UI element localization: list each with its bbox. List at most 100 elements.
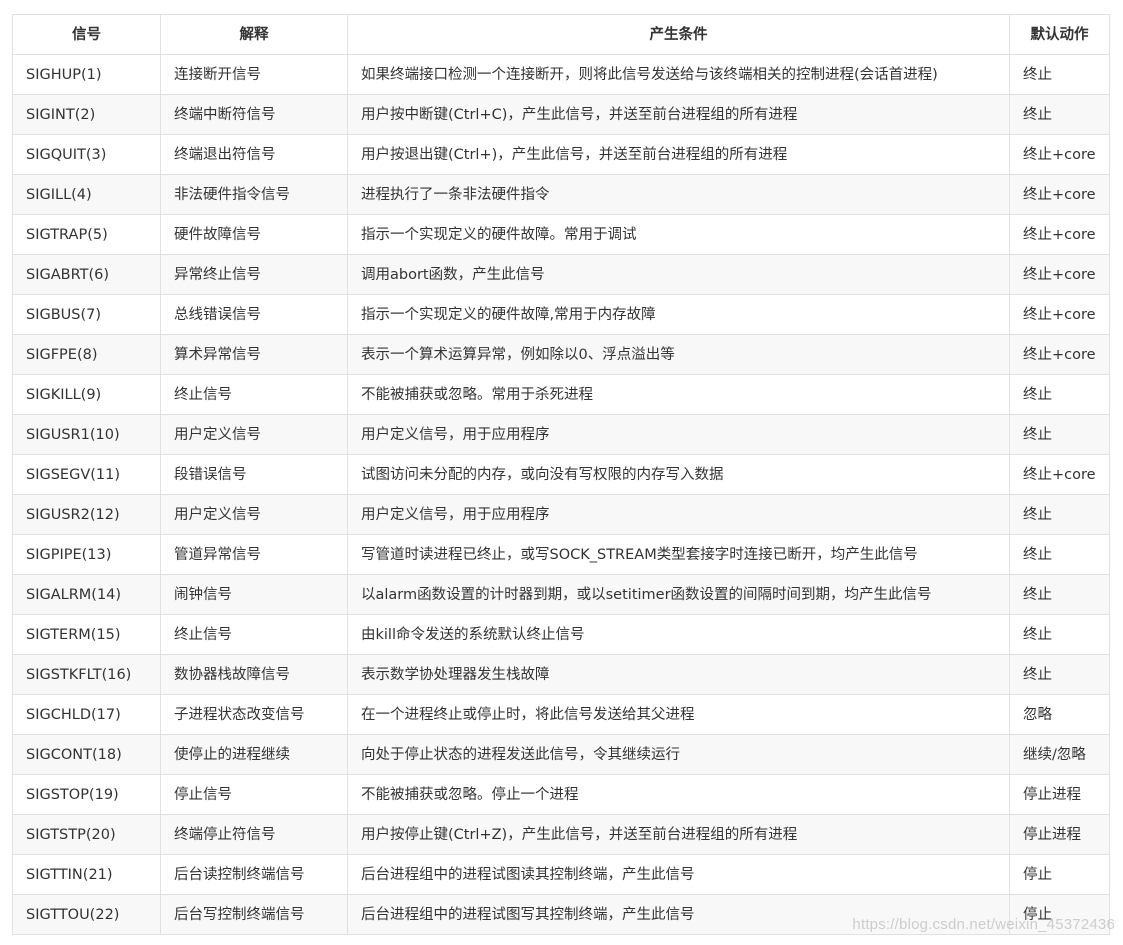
- table-row: SIGINT(2) 终端中断符信号 用户按中断键(Ctrl+C)，产生此信号，并送至…: [12, 94, 1110, 135]
- table-row: SIGSTKFLT(16) 数协器栈故障信号 表示数学协处理器发生栈故障 终止: [12, 654, 1110, 695]
- condition-cell: 用户定义信号，用于应用程序: [347, 414, 1010, 455]
- condition-cell: 由kill命令发送的系统默认终止信号: [347, 614, 1010, 655]
- signal-name-cell: SIGUSR2(12): [12, 494, 161, 535]
- explanation-cell: 数协器栈故障信号: [160, 654, 348, 695]
- signal-name-cell: SIGSTOP(19): [12, 774, 161, 815]
- explanation-cell: 用户定义信号: [160, 414, 348, 455]
- explanation-cell: 闹钟信号: [160, 574, 348, 615]
- header-signal: 信号: [12, 14, 161, 55]
- explanation-cell: 硬件故障信号: [160, 214, 348, 255]
- signal-table-container: 信号 解释 产生条件 默认动作 SIGHUP(1) 连接断开信号 如果终端接口检测一…: [12, 14, 1110, 935]
- signal-name-cell: SIGSEGV(11): [12, 454, 161, 495]
- default-action-cell: 终止+core: [1009, 334, 1110, 375]
- table-header: 信号 解释 产生条件 默认动作: [12, 14, 1110, 55]
- table-row: SIGABRT(6) 异常终止信号 调用abort函数，产生此信号 终止+core: [12, 254, 1110, 295]
- condition-cell: 调用abort函数，产生此信号: [347, 254, 1010, 295]
- signal-name-cell: SIGINT(2): [12, 94, 161, 135]
- signal-name-cell: SIGHUP(1): [12, 54, 161, 95]
- table-row: SIGTERM(15) 终止信号 由kill命令发送的系统默认终止信号 终止: [12, 614, 1110, 655]
- default-action-cell: 停止进程: [1009, 774, 1110, 815]
- table-row: SIGTRAP(5) 硬件故障信号 指示一个实现定义的硬件故障。常用于调试 终止+co…: [12, 214, 1110, 255]
- table-row: SIGFPE(8) 算术异常信号 表示一个算术运算异常，例如除以0、浮点溢出等 终止+…: [12, 334, 1110, 375]
- condition-cell: 用户按中断键(Ctrl+C)，产生此信号，并送至前台进程组的所有进程: [347, 94, 1010, 135]
- table-row: SIGCHLD(17) 子进程状态改变信号 在一个进程终止或停止时，将此信号发送给其…: [12, 694, 1110, 735]
- condition-cell: 向处于停止状态的进程发送此信号，令其继续运行: [347, 734, 1010, 775]
- condition-cell: 试图访问未分配的内存，或向没有写权限的内存写入数据: [347, 454, 1010, 495]
- signal-name-cell: SIGQUIT(3): [12, 134, 161, 175]
- default-action-cell: 终止: [1009, 374, 1110, 415]
- table-row: SIGTTIN(21) 后台读控制终端信号 后台进程组中的进程试图读其控制终端，产生…: [12, 854, 1110, 895]
- signal-name-cell: SIGTTIN(21): [12, 854, 161, 895]
- default-action-cell: 终止+core: [1009, 294, 1110, 335]
- default-action-cell: 终止+core: [1009, 214, 1110, 255]
- condition-cell: 进程执行了一条非法硬件指令: [347, 174, 1010, 215]
- default-action-cell: 终止: [1009, 94, 1110, 135]
- table-row: SIGSEGV(11) 段错误信号 试图访问未分配的内存，或向没有写权限的内存写入数…: [12, 454, 1110, 495]
- header-row: 信号 解释 产生条件 默认动作: [12, 14, 1110, 55]
- default-action-cell: 终止+core: [1009, 454, 1110, 495]
- explanation-cell: 终端退出符信号: [160, 134, 348, 175]
- explanation-cell: 异常终止信号: [160, 254, 348, 295]
- signal-name-cell: SIGTRAP(5): [12, 214, 161, 255]
- signal-name-cell: SIGCONT(18): [12, 734, 161, 775]
- header-explanation: 解释: [160, 14, 348, 55]
- explanation-cell: 停止信号: [160, 774, 348, 815]
- table-row: SIGHUP(1) 连接断开信号 如果终端接口检测一个连接断开，则将此信号发送给与该…: [12, 54, 1110, 95]
- condition-cell: 表示一个算术运算异常，例如除以0、浮点溢出等: [347, 334, 1010, 375]
- explanation-cell: 子进程状态改变信号: [160, 694, 348, 735]
- explanation-cell: 使停止的进程继续: [160, 734, 348, 775]
- default-action-cell: 终止: [1009, 534, 1110, 575]
- condition-cell: 以alarm函数设置的计时器到期，或以setitimer函数设置的间隔时间到期，…: [347, 574, 1010, 615]
- condition-cell: 指示一个实现定义的硬件故障,常用于内存故障: [347, 294, 1010, 335]
- default-action-cell: 停止: [1009, 854, 1110, 895]
- explanation-cell: 段错误信号: [160, 454, 348, 495]
- condition-cell: 用户定义信号，用于应用程序: [347, 494, 1010, 535]
- explanation-cell: 管道异常信号: [160, 534, 348, 575]
- signal-name-cell: SIGALRM(14): [12, 574, 161, 615]
- table-row: SIGKILL(9) 终止信号 不能被捕获或忽略。常用于杀死进程 终止: [12, 374, 1110, 415]
- signal-table: 信号 解释 产生条件 默认动作 SIGHUP(1) 连接断开信号 如果终端接口检测一…: [12, 14, 1110, 935]
- condition-cell: 后台进程组中的进程试图读其控制终端，产生此信号: [347, 854, 1010, 895]
- default-action-cell: 停止进程: [1009, 814, 1110, 855]
- condition-cell: 用户按停止键(Ctrl+Z)，产生此信号，并送至前台进程组的所有进程: [347, 814, 1010, 855]
- default-action-cell: 终止: [1009, 614, 1110, 655]
- default-action-cell: 终止: [1009, 654, 1110, 695]
- default-action-cell: 继续/忽略: [1009, 734, 1110, 775]
- table-body: SIGHUP(1) 连接断开信号 如果终端接口检测一个连接断开，则将此信号发送给与该…: [12, 54, 1110, 935]
- signal-name-cell: SIGFPE(8): [12, 334, 161, 375]
- explanation-cell: 算术异常信号: [160, 334, 348, 375]
- explanation-cell: 后台读控制终端信号: [160, 854, 348, 895]
- condition-cell: 不能被捕获或忽略。停止一个进程: [347, 774, 1010, 815]
- signal-name-cell: SIGUSR1(10): [12, 414, 161, 455]
- table-row: SIGCONT(18) 使停止的进程继续 向处于停止状态的进程发送此信号，令其继续运…: [12, 734, 1110, 775]
- default-action-cell: 终止: [1009, 54, 1110, 95]
- condition-cell: 指示一个实现定义的硬件故障。常用于调试: [347, 214, 1010, 255]
- table-row: SIGPIPE(13) 管道异常信号 写管道时读进程已终止，或写SOCK_STREA…: [12, 534, 1110, 575]
- explanation-cell: 连接断开信号: [160, 54, 348, 95]
- explanation-cell: 总线错误信号: [160, 294, 348, 335]
- signal-name-cell: SIGTSTP(20): [12, 814, 161, 855]
- default-action-cell: 终止+core: [1009, 134, 1110, 175]
- explanation-cell: 终止信号: [160, 374, 348, 415]
- table-row: SIGSTOP(19) 停止信号 不能被捕获或忽略。停止一个进程 停止进程: [12, 774, 1110, 815]
- signal-name-cell: SIGKILL(9): [12, 374, 161, 415]
- default-action-cell: 终止: [1009, 414, 1110, 455]
- header-default-action: 默认动作: [1009, 14, 1110, 55]
- default-action-cell: 终止+core: [1009, 254, 1110, 295]
- explanation-cell: 后台写控制终端信号: [160, 894, 348, 935]
- table-row: SIGBUS(7) 总线错误信号 指示一个实现定义的硬件故障,常用于内存故障 终止+c…: [12, 294, 1110, 335]
- table-row: SIGUSR2(12) 用户定义信号 用户定义信号，用于应用程序 终止: [12, 494, 1110, 535]
- explanation-cell: 终端停止符信号: [160, 814, 348, 855]
- condition-cell: 如果终端接口检测一个连接断开，则将此信号发送给与该终端相关的控制进程(会话首进程…: [347, 54, 1010, 95]
- table-row: SIGUSR1(10) 用户定义信号 用户定义信号，用于应用程序 终止: [12, 414, 1110, 455]
- watermark: https://blog.csdn.net/weixin_45372436: [852, 916, 1115, 933]
- explanation-cell: 终端中断符信号: [160, 94, 348, 135]
- table-row: SIGQUIT(3) 终端退出符信号 用户按退出键(Ctrl+)，产生此信号，并送至…: [12, 134, 1110, 175]
- signal-name-cell: SIGPIPE(13): [12, 534, 161, 575]
- condition-cell: 不能被捕获或忽略。常用于杀死进程: [347, 374, 1010, 415]
- signal-name-cell: SIGTERM(15): [12, 614, 161, 655]
- table-row: SIGILL(4) 非法硬件指令信号 进程执行了一条非法硬件指令 终止+core: [12, 174, 1110, 215]
- default-action-cell: 终止+core: [1009, 174, 1110, 215]
- explanation-cell: 用户定义信号: [160, 494, 348, 535]
- signal-name-cell: SIGCHLD(17): [12, 694, 161, 735]
